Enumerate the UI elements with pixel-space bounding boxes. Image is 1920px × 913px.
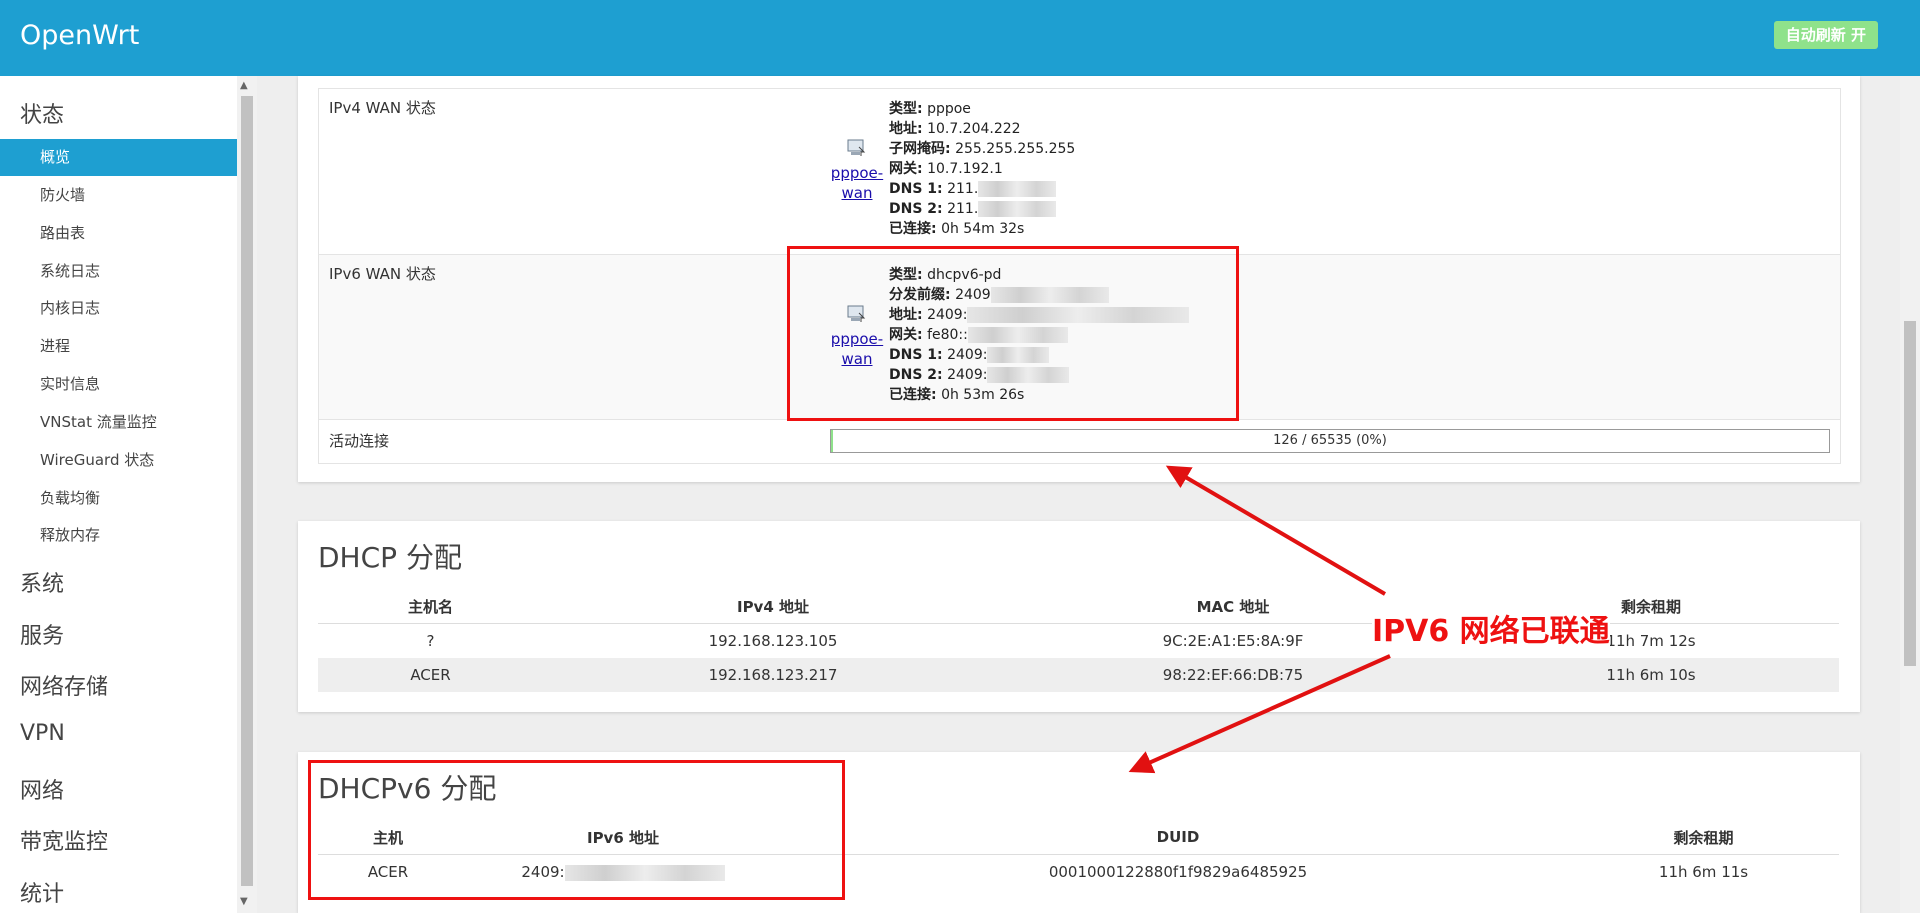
ipv4-dns2: 211. [947,201,979,217]
connections-progress-bar: 126 / 65535 (0%) [830,429,1830,453]
table-row: ? 192.168.123.105 9C:2E:A1:E5:8A:9F 11h … [318,624,1839,659]
dhcp-card: DHCP 分配 主机名 IPv4 地址 MAC 地址 剩余租期 ? 192.16… [298,521,1860,712]
redacted-block [978,201,1057,217]
sidebar-item-vnstat[interactable]: VNStat 流量监控 [0,404,237,441]
ipv4-interface-link[interactable]: pppoe-wan [825,163,889,203]
ipv6-wan-label: IPv6 WAN 状态 [329,265,436,283]
ipv4-dns1-key: DNS 1: [889,181,943,197]
ipv4-dns2-key: DNS 2: [889,201,943,217]
sidebar-scrollbar[interactable]: ▲ ▼ [237,76,257,913]
redacted-block [978,181,1057,197]
brand-logo[interactable]: OpenWrt [20,20,139,51]
sidebar-item-overview[interactable]: 概览 [0,139,237,176]
table-cell: 192.168.123.217 [543,658,1003,692]
dhcp-title: DHCP 分配 [318,541,462,574]
ipv4-wan-label: IPv4 WAN 状态 [329,99,436,117]
ipv6-highlight-box [787,246,1239,421]
sidebar-scroll-thumb[interactable] [241,96,253,886]
top-header: OpenWrt 自动刷新 开 [0,0,1920,76]
sidebar-category-network[interactable]: 网络 [20,773,64,805]
sidebar-item-firewall[interactable]: 防火墙 [0,177,237,214]
scroll-down-icon[interactable]: ▼ [240,896,248,907]
sidebar-category-status[interactable]: 状态 [20,97,64,129]
sidebar-category-system[interactable]: 系统 [20,566,64,598]
dhcpv6-highlight-box [308,760,845,900]
table-cell: 11h 6m 10s [1463,658,1839,692]
table-cell: ? [426,632,435,650]
auto-refresh-button[interactable]: 自动刷新 开 [1773,21,1878,49]
sidebar-category-vpn[interactable]: VPN [20,721,65,746]
ipv4-type-key: 类型: [889,101,923,117]
active-connections-label: 活动连接 [329,432,390,450]
ipv4-address-key: 地址: [889,121,923,137]
table-cell: 0001000122880f1f9829a6485925 [1048,863,1308,881]
sidebar-item-realtime[interactable]: 实时信息 [0,366,237,403]
table-cell: 98:22:EF:66:DB:75 [1003,658,1463,692]
ipv4-netmask: 255.255.255.255 [955,141,1076,157]
sidebar-item-processes[interactable]: 进程 [0,328,237,365]
sidebar-item-routes[interactable]: 路由表 [0,215,237,252]
table-row: ACER 192.168.123.217 98:22:EF:66:DB:75 1… [318,658,1839,692]
ipv4-row: IPv4 WAN 状态 pppoe-wan 类型: pppoe 地址: 10.7… [319,89,1840,255]
network-interface-icon [847,139,866,156]
ipv4-netmask-key: 子网掩码: [889,141,951,157]
ipv4-uptime: 0h 54m 32s [941,221,1025,237]
sidebar-item-wireguard[interactable]: WireGuard 状态 [0,442,237,479]
table-cell: 192.168.123.105 [708,632,838,650]
sidebar-item-kernel-log[interactable]: 内核日志 [0,290,237,327]
sidebar: 状态 概览 防火墙 路由表 系统日志 内核日志 进程 实时信息 VNStat 流… [0,76,237,913]
connections-progress-text: 126 / 65535 (0%) [1273,433,1387,448]
ipv4-dns1: 211. [947,181,979,197]
sidebar-item-free-memory[interactable]: 释放内存 [0,517,237,554]
sidebar-category-bandwidth[interactable]: 带宽监控 [20,824,108,856]
page-scrollbar[interactable] [1900,76,1920,913]
ipv4-type: pppoe [927,101,971,117]
ipv4-gateway: 10.7.192.1 [927,161,1003,177]
ipv4-address: 10.7.204.222 [927,121,1021,137]
table-header-row: 主机名 IPv4 地址 MAC 地址 剩余租期 [318,589,1839,624]
dhcp-table: 主机名 IPv4 地址 MAC 地址 剩余租期 ? 192.168.123.10… [318,589,1839,692]
sidebar-category-nas[interactable]: 网络存储 [20,669,108,701]
active-connections-row: 活动连接 126 / 65535 (0%) [319,420,1840,463]
column-header: 主机名 [318,589,543,624]
sidebar-category-statistics[interactable]: 统计 [20,876,64,908]
sidebar-category-services[interactable]: 服务 [20,618,64,650]
ipv4-interface-name: pppoe-wan [830,164,884,202]
ipv4-details: 类型: pppoe 地址: 10.7.204.222 子网掩码: 255.255… [889,99,1289,239]
column-header: 剩余租期 [1568,820,1839,855]
table-cell: 11h 6m 11s [1658,863,1749,881]
ipv4-uptime-key: 已连接: [889,221,937,237]
table-cell: ACER [318,658,543,692]
annotation-label: IPV6 网络已联通 [1372,606,1610,650]
ipv4-gateway-key: 网关: [889,161,923,177]
scroll-up-icon[interactable]: ▲ [240,80,248,91]
page-scroll-thumb[interactable] [1904,321,1916,666]
column-header: IPv4 地址 [543,589,1003,624]
sidebar-item-loadbalance[interactable]: 负载均衡 [0,480,237,517]
sidebar-item-syslog[interactable]: 系统日志 [0,253,237,290]
column-header: DUID [788,820,1568,855]
